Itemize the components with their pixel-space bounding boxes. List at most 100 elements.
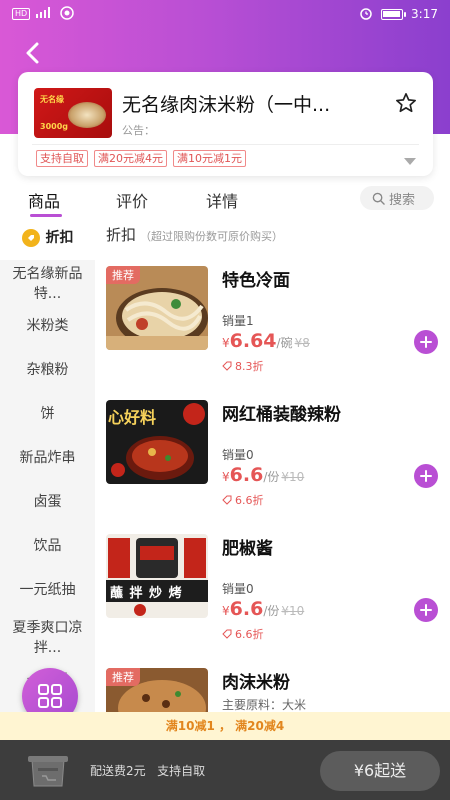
cart-button[interactable]: [24, 750, 72, 794]
tab-active-indicator: [30, 214, 62, 217]
product-item[interactable]: 推荐 肉沫米粉 主要原料：大米: [106, 668, 441, 712]
sidebar-item-summer-cold[interactable]: 夏季爽口凉拌...: [0, 618, 95, 658]
recommend-badge: 推荐: [106, 266, 140, 284]
tag-icon: [222, 495, 232, 505]
product-price: ¥6.64/碗 ¥8: [222, 330, 310, 352]
add-to-cart-button[interactable]: [414, 464, 438, 488]
search-label: 搜索: [389, 192, 416, 208]
promo-tag: 支持自取: [36, 150, 88, 167]
logo-amount: 3000g: [40, 122, 68, 131]
product-discount: 6.6折: [222, 492, 264, 508]
sidebar-item-eggs[interactable]: 卤蛋: [0, 492, 95, 512]
network-badge: HD: [12, 8, 31, 20]
product-sales: 销量1: [222, 314, 254, 328]
product-price: ¥6.6/份 ¥10: [222, 598, 304, 620]
caret-down-icon: [404, 158, 416, 165]
section-title-text: 折扣: [106, 226, 137, 244]
product-name: 肥椒酱: [222, 539, 273, 559]
logo-bowl-image: [68, 102, 106, 128]
price-unit: /份: [263, 470, 280, 484]
price-currency: ¥: [222, 470, 230, 484]
store-card: 无名缘 3000g 无名缘肉沫米粉（一中... 公告： 支持自取 满20元减4元…: [18, 72, 433, 176]
promo-tag: 满20元减4元: [94, 150, 167, 167]
sidebar-item-grain-noodles[interactable]: 杂粮粉: [0, 360, 95, 380]
price-currency: ¥: [222, 604, 230, 618]
tab-products[interactable]: 商品: [28, 188, 60, 212]
bottom-bar: 配送费2元 支持自取 ¥6起送: [0, 740, 450, 800]
promo-tag: 满10元减1元: [173, 150, 246, 167]
price-value: 6.6: [229, 464, 264, 486]
pickup-info: 支持自取: [157, 764, 206, 778]
product-item[interactable]: 推荐 特色冷面 销量1 ¥6.64/碗 ¥8 8.3折: [106, 266, 441, 386]
delivery-fee: 配送费2元: [90, 764, 146, 778]
sidebar-item-rice-noodles[interactable]: 米粉类: [0, 316, 95, 336]
product-item[interactable]: 蘸 拌 炒 烤 肥椒酱 销量0 ¥6.6/份 ¥10 6.6折: [106, 534, 441, 654]
product-discount: 8.3折: [222, 358, 264, 374]
section-title: 折扣 （超过限购份数可原价购买）: [106, 224, 283, 245]
discount-text: 6.6折: [235, 628, 264, 641]
price-value: 6.6: [229, 598, 264, 620]
sidebar-item-label: 折扣: [45, 230, 74, 246]
star-icon: [396, 93, 416, 113]
battery-icon: [381, 8, 407, 20]
product-image: 心好料: [106, 400, 208, 484]
product-image-text: 蘸 拌 炒 烤: [110, 586, 183, 601]
sidebar-item-new[interactable]: 无名缘新品特...: [0, 264, 95, 304]
sidebar-item-drinks[interactable]: 饮品: [0, 536, 95, 556]
discount-icon: [21, 229, 40, 247]
tag-icon: [222, 629, 232, 639]
original-price: ¥10: [281, 604, 305, 618]
product-discount: 6.6折: [222, 626, 264, 642]
sidebar-item-discount[interactable]: 折扣: [0, 218, 95, 260]
checkout-button[interactable]: ¥6起送: [320, 751, 440, 791]
clock: 3:17: [411, 7, 438, 21]
product-sales: 销量0: [222, 448, 254, 462]
original-price: ¥8: [294, 336, 310, 350]
search-icon: [372, 192, 385, 205]
promo-tags: 支持自取 满20元减4元 满10元减1元: [36, 150, 246, 167]
discount-text: 8.3折: [235, 360, 264, 373]
sidebar-item-bread[interactable]: 饼: [0, 404, 95, 424]
sidebar-item-skewers[interactable]: 新品炸串: [0, 448, 95, 468]
card-divider: [32, 144, 419, 145]
product-image-text: 心好料: [108, 408, 157, 427]
product-name: 特色冷面: [222, 271, 290, 291]
search-button[interactable]: 搜索: [360, 186, 434, 210]
delivery-info: 配送费2元 支持自取: [90, 762, 205, 779]
product-sales: 销量0: [222, 582, 254, 596]
add-to-cart-button[interactable]: [414, 330, 438, 354]
product-item[interactable]: 心好料 网红桶装酸辣粉 销量0 ¥6.6/份 ¥10 6.6折: [106, 400, 441, 520]
recommend-badge: 推荐: [106, 668, 140, 686]
signal-icon: [36, 7, 54, 21]
price-value: 6.64: [229, 330, 277, 352]
price-unit: /份: [263, 604, 280, 618]
store-name: 无名缘肉沫米粉（一中...: [122, 94, 331, 116]
product-image: 推荐: [106, 266, 208, 350]
store-notice: 公告：: [122, 124, 155, 137]
back-button[interactable]: [18, 38, 48, 68]
store-logo: 无名缘 3000g: [34, 88, 112, 138]
sidebar-item-tissues[interactable]: 一元纸抽: [0, 580, 95, 600]
product-image: 推荐: [106, 668, 208, 712]
cart-icon: [28, 756, 68, 787]
product-price: ¥6.6/份 ¥10: [222, 464, 304, 486]
tag-icon: [222, 361, 232, 371]
tab-details[interactable]: 详情: [206, 188, 238, 212]
product-name: 肉沫米粉: [222, 673, 290, 693]
price-unit: /碗: [276, 336, 293, 350]
logo-text: 无名缘: [40, 95, 64, 104]
section-subtitle: （超过限购份数可原价购买）: [140, 230, 284, 243]
promo-bar: 满10减1 ， 满20减4: [0, 712, 450, 740]
discount-text: 6.6折: [235, 494, 264, 507]
favorite-button[interactable]: [395, 92, 417, 114]
tab-reviews[interactable]: 评价: [116, 188, 148, 212]
add-to-cart-button[interactable]: [414, 598, 438, 622]
product-material: 主要原料：大米: [222, 698, 307, 712]
price-currency: ¥: [222, 336, 230, 350]
original-price: ¥10: [281, 470, 305, 484]
product-image: 蘸 拌 炒 烤: [106, 534, 208, 618]
status-bar: HD 3:17: [0, 0, 450, 28]
chevron-left-icon: [26, 42, 39, 64]
promo-expand-button[interactable]: [403, 152, 417, 165]
product-name: 网红桶装酸辣粉: [222, 405, 341, 425]
